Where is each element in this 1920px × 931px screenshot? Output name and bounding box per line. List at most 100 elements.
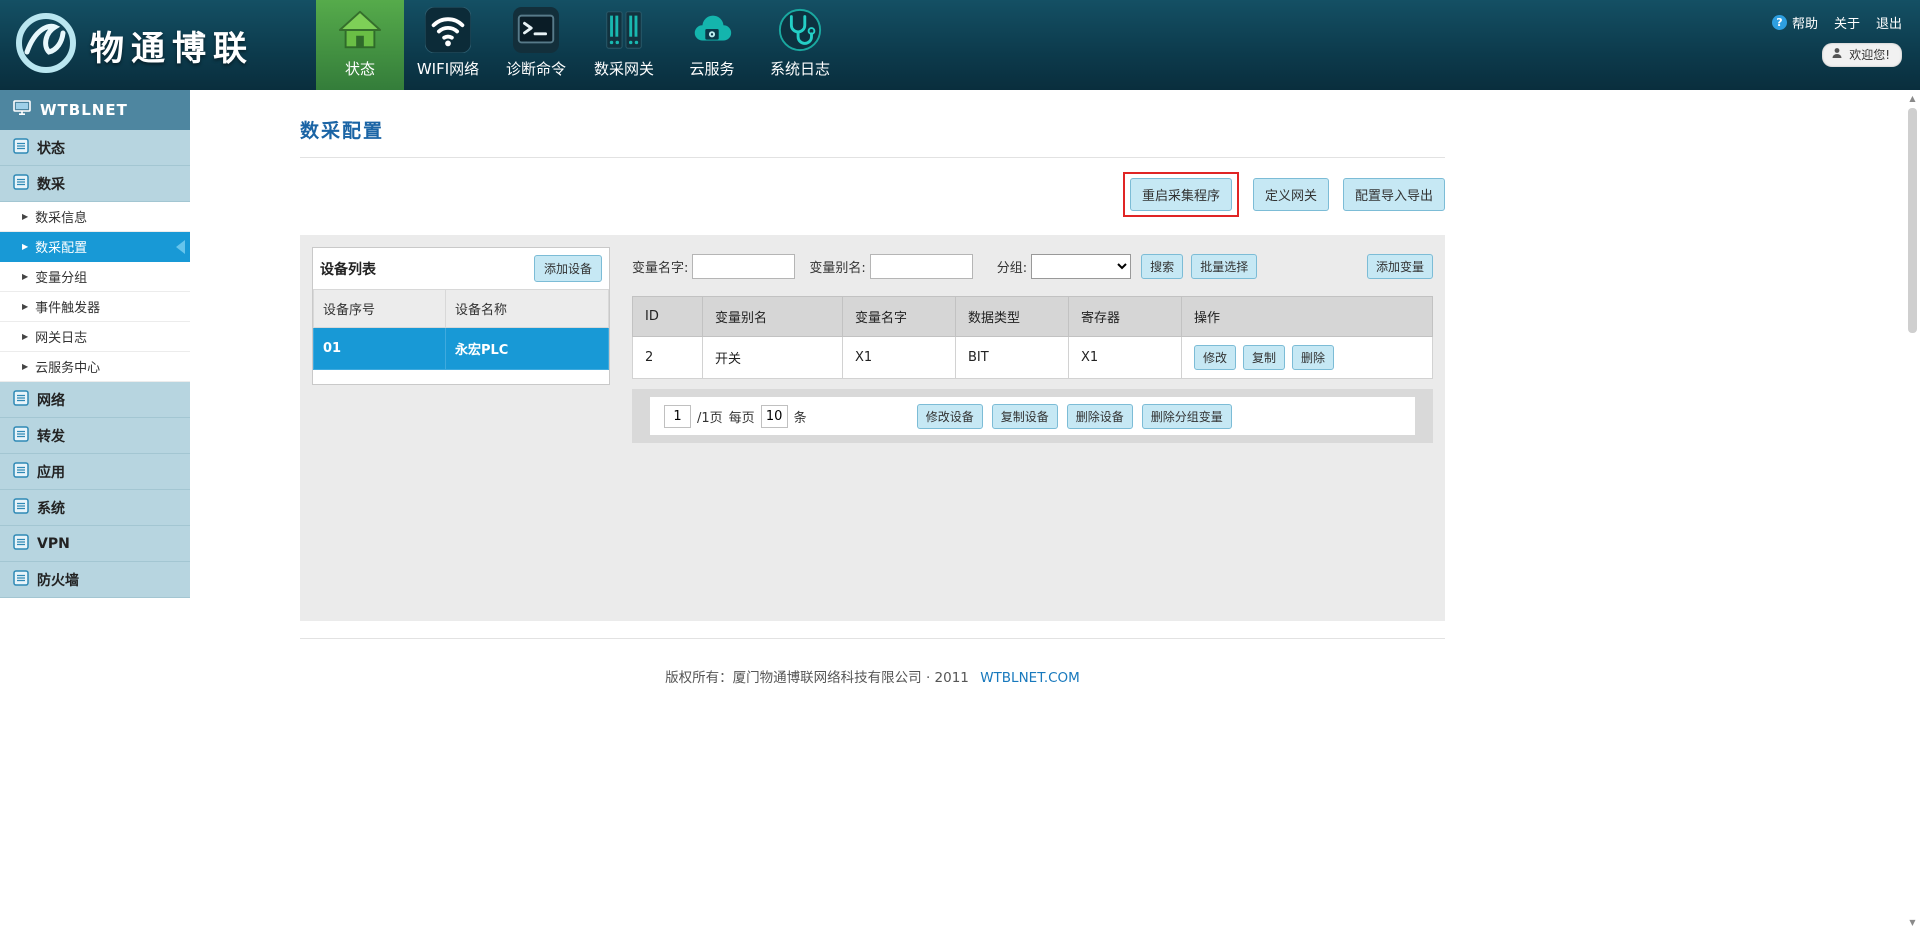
list-icon (13, 570, 29, 590)
device-list-title: 设备列表 (320, 259, 376, 279)
column-header: 设备名称 (446, 290, 609, 328)
search-button[interactable]: 搜索 (1141, 254, 1183, 279)
variable-name-input[interactable] (692, 254, 795, 279)
sidebar-item-label: VPN (37, 536, 70, 552)
sidebar-item-label: 数采 (37, 174, 65, 194)
sidebar-item-variable-group[interactable]: ▶ 变量分组 (0, 262, 190, 292)
sidebar-item-system[interactable]: 系统 (0, 490, 190, 526)
list-icon (13, 390, 29, 410)
nav-label: 系统日志 (770, 58, 830, 79)
highlight-box: 重启采集程序 (1123, 172, 1239, 217)
batch-select-button[interactable]: 批量选择 (1191, 254, 1257, 279)
nav-item-cloud[interactable]: 云服务 (668, 0, 756, 90)
sidebar-item-forwarding[interactable]: 转发 (0, 418, 190, 454)
column-header: 设备序号 (314, 290, 446, 328)
terminal-icon (513, 7, 559, 53)
restart-collector-button[interactable]: 重启采集程序 (1130, 178, 1232, 211)
scrollbar-thumb[interactable] (1908, 108, 1917, 333)
welcome-text: 欢迎您! (1849, 46, 1890, 63)
wifi-icon (425, 7, 471, 53)
divider (300, 638, 1445, 639)
nav-label: WIFI网络 (417, 58, 479, 79)
delete-button[interactable]: 删除 (1292, 345, 1334, 370)
sidebar-item-dc-info[interactable]: ▶ 数采信息 (0, 202, 190, 232)
logo: 物通博联 (14, 11, 254, 79)
type-cell: BIT (956, 337, 1069, 379)
sidebar-item-firewall[interactable]: 防火墙 (0, 562, 190, 598)
list-icon (13, 498, 29, 518)
nav-item-diagnostic[interactable]: 诊断命令 (492, 0, 580, 90)
welcome-pill: 欢迎您! (1822, 43, 1902, 67)
sidebar-item-label: 数采信息 (35, 207, 87, 226)
header-right: ? 帮助 关于 退出 欢迎您! (1772, 13, 1902, 67)
copy-button[interactable]: 复制 (1243, 345, 1285, 370)
sidebar-item-vpn[interactable]: VPN (0, 526, 190, 562)
triangle-icon: ▶ (22, 242, 28, 251)
table-row: 2 开关 X1 BIT X1 修改 复制 删除 (633, 337, 1433, 379)
actions-cell: 修改 复制 删除 (1182, 337, 1433, 379)
device-no-cell: 01 (314, 328, 446, 370)
filter-row: 变量名字: 变量别名: 分组: 搜索 批量选择 添加变量 (632, 254, 1433, 279)
config-import-export-button[interactable]: 配置导入导出 (1343, 178, 1445, 211)
sidebar-item-event-trigger[interactable]: ▶ 事件触发器 (0, 292, 190, 322)
delete-device-button[interactable]: 删除设备 (1067, 404, 1133, 429)
sidebar-item-label: 系统 (37, 498, 65, 518)
nav-item-gateway[interactable]: 数采网关 (580, 0, 668, 90)
scroll-down-icon[interactable]: ▼ (1906, 916, 1919, 929)
modify-button[interactable]: 修改 (1194, 345, 1236, 370)
sidebar-item-cloud-center[interactable]: ▶ 云服务中心 (0, 352, 190, 382)
help-link[interactable]: 帮助 (1792, 13, 1818, 32)
scroll-up-icon[interactable]: ▲ (1906, 92, 1919, 105)
sidebar-item-gateway-log[interactable]: ▶ 网关日志 (0, 322, 190, 352)
divider (300, 157, 1445, 158)
device-row[interactable]: 01 永宏PLC (314, 328, 609, 370)
delete-group-variable-button[interactable]: 删除分组变量 (1142, 404, 1232, 429)
page-title: 数采配置 (300, 116, 1445, 143)
sidebar-item-label: 状态 (37, 138, 65, 158)
variable-name-label: 变量名字: (632, 257, 688, 276)
nav-label: 数采网关 (594, 58, 654, 79)
list-icon (13, 534, 29, 554)
group-label: 分组: (997, 257, 1027, 276)
sidebar-item-label: 转发 (37, 426, 65, 446)
add-variable-button[interactable]: 添加变量 (1367, 254, 1433, 279)
triangle-icon: ▶ (22, 272, 28, 281)
copy-device-button[interactable]: 复制设备 (992, 404, 1058, 429)
help-icon: ? (1772, 15, 1787, 30)
sidebar-title: WTBLNET (40, 101, 128, 119)
add-device-button[interactable]: 添加设备 (534, 255, 602, 282)
group-select[interactable] (1031, 254, 1131, 279)
about-link[interactable]: 关于 (1834, 13, 1860, 32)
list-icon (13, 138, 29, 158)
column-header: 数据类型 (956, 297, 1069, 337)
triangle-icon: ▶ (22, 302, 28, 311)
column-header: 寄存器 (1069, 297, 1182, 337)
nav-item-status[interactable]: 状态 (316, 0, 404, 90)
sidebar-item-data-acquisition[interactable]: 数采 (0, 166, 190, 202)
device-name-cell: 永宏PLC (446, 328, 609, 370)
per-page-label: 每页 (729, 407, 755, 426)
sidebar-item-label: 网络 (37, 390, 65, 410)
gateway-icon (601, 7, 647, 53)
modify-device-button[interactable]: 修改设备 (917, 404, 983, 429)
logout-link[interactable]: 退出 (1876, 13, 1902, 32)
per-page-input[interactable] (761, 405, 788, 428)
sidebar-item-application[interactable]: 应用 (0, 454, 190, 490)
footer-link[interactable]: WTBLNET.COM (980, 670, 1080, 686)
nav-label: 云服务 (689, 58, 734, 79)
sidebar-item-status[interactable]: 状态 (0, 130, 190, 166)
page-input[interactable] (664, 405, 691, 428)
scrollbar[interactable]: ▲ ▼ (1906, 92, 1919, 929)
variable-alias-input[interactable] (870, 254, 973, 279)
id-cell: 2 (633, 337, 703, 379)
triangle-icon: ▶ (22, 212, 28, 221)
sidebar-item-network[interactable]: 网络 (0, 382, 190, 418)
nav-item-wifi[interactable]: WIFI网络 (404, 0, 492, 90)
nav-item-syslog[interactable]: 系统日志 (756, 0, 844, 90)
device-table: 设备序号 设备名称 01 永宏PLC (313, 289, 609, 384)
sidebar-item-label: 变量分组 (35, 267, 87, 286)
define-gateway-button[interactable]: 定义网关 (1253, 178, 1329, 211)
top-nav: 状态 WIFI网络 (316, 0, 844, 90)
list-icon (13, 174, 29, 194)
sidebar-item-dc-config[interactable]: ▶ 数采配置 (0, 232, 190, 262)
